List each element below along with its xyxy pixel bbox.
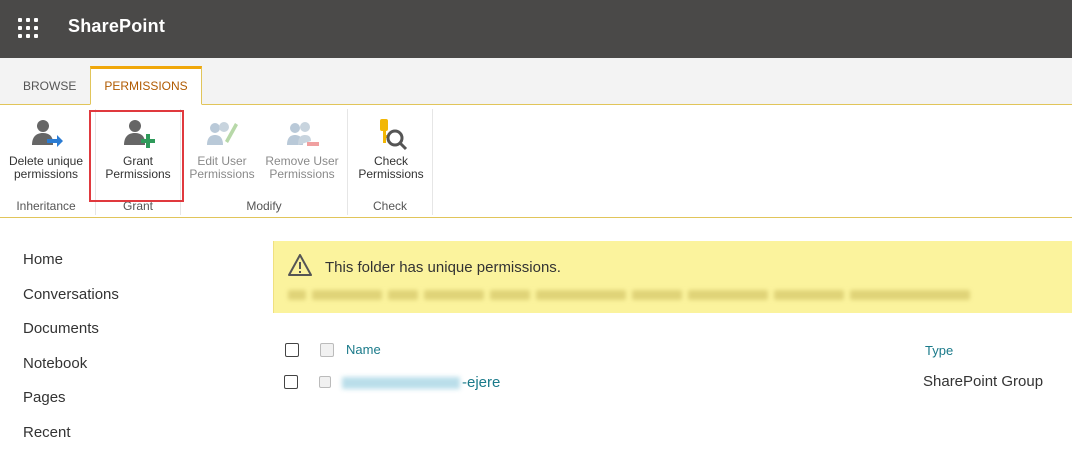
users-edit-icon: [207, 122, 238, 145]
edit-user-permissions-button[interactable]: Edit User Permissions: [186, 111, 258, 191]
ribbon-tab-row: BROWSE PERMISSIONS: [0, 58, 1072, 105]
nav-item-notebook[interactable]: Notebook: [23, 354, 119, 389]
app-launcher-icon[interactable]: [18, 18, 38, 38]
table-row-type: SharePoint Group: [923, 373, 1044, 390]
row-checkbox[interactable]: [284, 375, 298, 389]
nav-item-pages[interactable]: Pages: [23, 388, 119, 423]
select-all-checkbox[interactable]: [285, 343, 299, 357]
nav-item-conversations[interactable]: Conversations: [23, 285, 119, 320]
app-title[interactable]: SharePoint: [68, 16, 165, 37]
delete-unique-label-2: permissions: [13, 167, 79, 181]
unique-permissions-banner: This folder has unique permissions.: [273, 241, 1072, 313]
grant-highlight-box: [89, 110, 184, 202]
user-arrow-icon: [32, 120, 63, 147]
nav-item-documents[interactable]: Documents: [23, 319, 119, 354]
nav-item-recent[interactable]: Recent: [23, 423, 119, 458]
check-permissions-button[interactable]: Check Permissions: [352, 111, 430, 191]
column-header-type[interactable]: Type: [925, 343, 953, 358]
redacted-name: [342, 377, 460, 390]
remove-user-label-2: Permissions: [269, 167, 335, 181]
row-name-suffix: -ejere: [462, 374, 501, 391]
left-nav: Home Conversations Documents Notebook Pa…: [23, 250, 119, 458]
tab-permissions[interactable]: PERMISSIONS: [90, 66, 202, 105]
suite-bar: SharePoint: [0, 0, 1072, 58]
group-row-icon: [319, 376, 331, 388]
group-divider: [432, 109, 433, 215]
users-minus-icon: [287, 122, 319, 146]
key-search-icon: [380, 119, 408, 151]
banner-message: This folder has unique permissions.: [325, 259, 561, 276]
check-label-2: Permissions: [358, 167, 424, 181]
group-label-check: Check: [372, 199, 407, 213]
nav-item-home[interactable]: Home: [23, 250, 119, 285]
redacted-banner-line: [288, 287, 1068, 301]
group-label-inheritance: Inheritance: [16, 199, 76, 213]
edit-user-label-2: Permissions: [189, 167, 255, 181]
table-row-name-link[interactable]: -ejere: [342, 374, 500, 391]
warning-icon: [288, 254, 312, 276]
column-header-name[interactable]: Name: [346, 342, 381, 357]
remove-user-permissions-button[interactable]: Remove User Permissions: [262, 111, 342, 191]
group-label-modify: Modify: [246, 199, 282, 213]
delete-unique-permissions-button[interactable]: Delete unique permissions: [3, 111, 89, 191]
file-type-header-icon: [320, 343, 334, 357]
tab-browse[interactable]: BROWSE: [13, 68, 86, 104]
